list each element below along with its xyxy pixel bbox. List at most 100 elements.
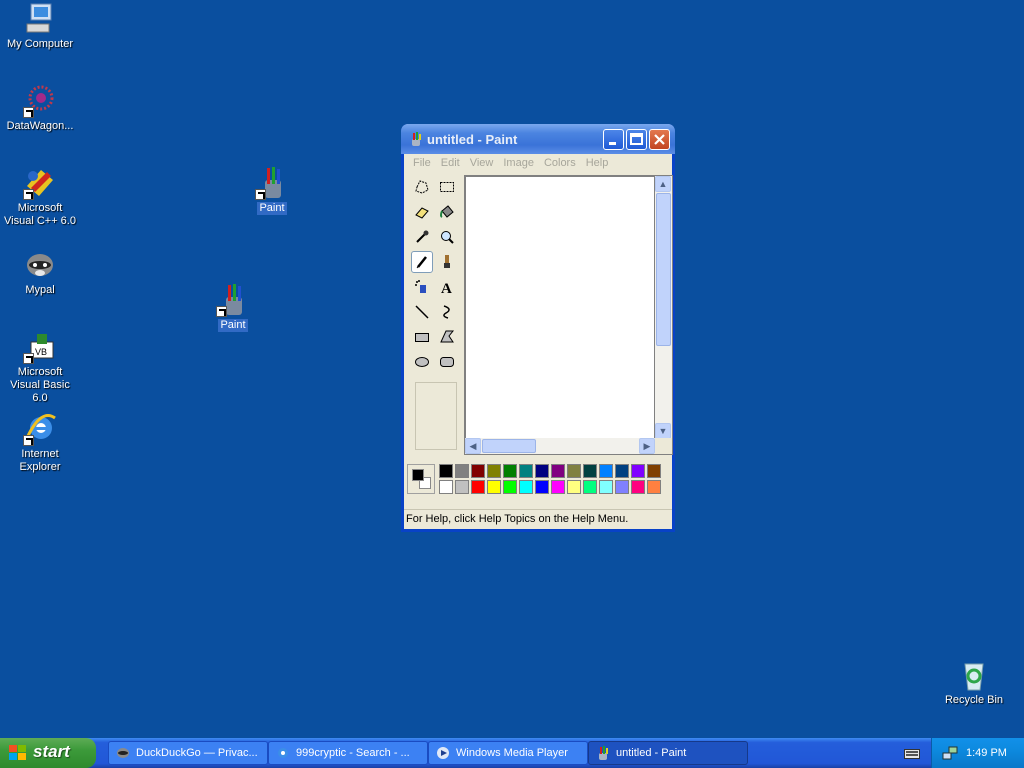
desktop-icon-paint-1[interactable]: Paint: [232, 166, 312, 215]
tool-options-box[interactable]: [415, 382, 457, 450]
eraser-tool[interactable]: [411, 201, 433, 223]
color-swatch[interactable]: [583, 480, 597, 494]
desktop-icon-internet-explorer[interactable]: Internet Explorer: [0, 412, 80, 474]
color-picker-tool[interactable]: [411, 226, 433, 248]
color-swatch[interactable]: [583, 464, 597, 478]
raccoon-icon: [23, 248, 57, 282]
scroll-down-button[interactable]: ▼: [655, 423, 671, 439]
vertical-scroll-thumb[interactable]: [656, 193, 671, 346]
color-swatch[interactable]: [487, 464, 501, 478]
desktop-icon-mypal[interactable]: Mypal: [0, 248, 80, 297]
task-internet-explorer[interactable]: 999cryptic - Search - ...: [268, 741, 428, 765]
task-paint[interactable]: untitled - Paint: [588, 741, 748, 765]
color-swatch[interactable]: [631, 480, 645, 494]
desktop-icon-datawagon[interactable]: DataWagon...: [0, 84, 80, 133]
desktop-icon-visual-basic[interactable]: VB Microsoft Visual Basic 6.0: [0, 330, 80, 405]
menu-file[interactable]: File: [408, 154, 436, 173]
task-windows-media-player[interactable]: Windows Media Player: [428, 741, 588, 765]
color-swatch[interactable]: [455, 464, 469, 478]
menu-bar: File Edit View Image Colors Help: [404, 154, 672, 173]
airbrush-tool[interactable]: [411, 276, 433, 298]
color-swatch[interactable]: [599, 464, 613, 478]
rounded-rect-tool[interactable]: [436, 351, 458, 373]
desktop-icon-label: Internet Explorer: [19, 448, 61, 473]
color-swatch[interactable]: [439, 480, 453, 494]
scroll-right-button[interactable]: ▶: [639, 438, 655, 454]
foreground-color: [412, 469, 424, 481]
menu-view[interactable]: View: [465, 154, 499, 173]
toolbox: A: [409, 176, 463, 452]
maximize-button[interactable]: [626, 129, 647, 150]
color-swatch[interactable]: [567, 464, 581, 478]
color-swatch[interactable]: [535, 480, 549, 494]
desktop-icon-paint-2[interactable]: Paint: [193, 283, 273, 332]
scroll-up-button[interactable]: ▲: [655, 176, 671, 192]
color-swatch[interactable]: [471, 480, 485, 494]
rectangle-tool[interactable]: [411, 326, 433, 348]
datawagon-icon: [23, 84, 57, 118]
fill-tool[interactable]: [436, 201, 458, 223]
color-swatch[interactable]: [487, 480, 501, 494]
color-swatch[interactable]: [615, 480, 629, 494]
color-swatch[interactable]: [503, 480, 517, 494]
pencil-tool[interactable]: [411, 251, 433, 273]
color-swatch[interactable]: [647, 480, 661, 494]
color-swatch[interactable]: [567, 480, 581, 494]
text-tool[interactable]: A: [436, 276, 458, 298]
free-select-tool[interactable]: [411, 176, 433, 198]
paint-window[interactable]: untitled - Paint File Edit View Image Co…: [401, 124, 675, 532]
title-bar[interactable]: untitled - Paint: [401, 124, 675, 154]
curve-icon: [443, 305, 450, 319]
close-icon: [654, 134, 665, 145]
internet-explorer-icon: [278, 748, 288, 758]
maximize-icon: [630, 133, 643, 145]
task-label: DuckDuckGo — Privac...: [136, 747, 258, 759]
color-swatch[interactable]: [535, 464, 549, 478]
line-tool[interactable]: [411, 301, 433, 323]
status-text: For Help, click Help Topics on the Help …: [406, 513, 629, 525]
network-icon[interactable]: [942, 745, 958, 761]
desktop-icon-visual-cpp[interactable]: Microsoft Visual C++ 6.0: [0, 166, 80, 228]
clock[interactable]: 1:49 PM: [966, 747, 1007, 759]
recycle-bin-icon: [957, 658, 991, 692]
color-swatch[interactable]: [439, 464, 453, 478]
menu-image[interactable]: Image: [498, 154, 539, 173]
menu-edit[interactable]: Edit: [436, 154, 465, 173]
desktop-icon-label: Recycle Bin: [944, 694, 1004, 706]
curve-tool[interactable]: [436, 301, 458, 323]
brush-tool[interactable]: [436, 251, 458, 273]
desktop-icon-my-computer[interactable]: My Computer: [0, 2, 80, 51]
keyboard-icon[interactable]: [904, 746, 920, 760]
task-duckduckgo[interactable]: DuckDuckGo — Privac...: [108, 741, 268, 765]
ellipse-tool[interactable]: [411, 351, 433, 373]
magnifier-tool[interactable]: [436, 226, 458, 248]
color-swatch[interactable]: [647, 464, 661, 478]
color-swatch[interactable]: [631, 464, 645, 478]
current-colors[interactable]: [407, 464, 435, 494]
color-swatch[interactable]: [519, 480, 533, 494]
taskbar: start DuckDuckGo — Privac... 999cryptic …: [0, 738, 1024, 768]
menu-help[interactable]: Help: [581, 154, 614, 173]
vertical-scrollbar[interactable]: ▲ ▼: [655, 176, 672, 439]
color-swatch[interactable]: [503, 464, 517, 478]
rect-select-tool[interactable]: [436, 176, 458, 198]
horizontal-scroll-thumb[interactable]: [482, 439, 536, 453]
scroll-left-button[interactable]: ◀: [465, 438, 481, 454]
close-button[interactable]: [649, 129, 670, 150]
shortcut-arrow-icon: [23, 353, 34, 364]
color-swatch[interactable]: [615, 464, 629, 478]
color-swatch[interactable]: [551, 480, 565, 494]
color-swatch[interactable]: [551, 464, 565, 478]
polygon-tool[interactable]: [436, 326, 458, 348]
drawing-canvas[interactable]: [466, 177, 654, 439]
color-swatch[interactable]: [599, 480, 613, 494]
eraser-icon: [415, 207, 429, 219]
horizontal-scrollbar[interactable]: ◀ ▶: [465, 438, 655, 454]
color-swatch[interactable]: [455, 480, 469, 494]
menu-colors[interactable]: Colors: [539, 154, 581, 173]
minimize-button[interactable]: [603, 129, 624, 150]
desktop-icon-recycle-bin[interactable]: Recycle Bin: [934, 658, 1014, 707]
start-button[interactable]: start: [0, 738, 96, 768]
color-swatch[interactable]: [519, 464, 533, 478]
color-swatch[interactable]: [471, 464, 485, 478]
